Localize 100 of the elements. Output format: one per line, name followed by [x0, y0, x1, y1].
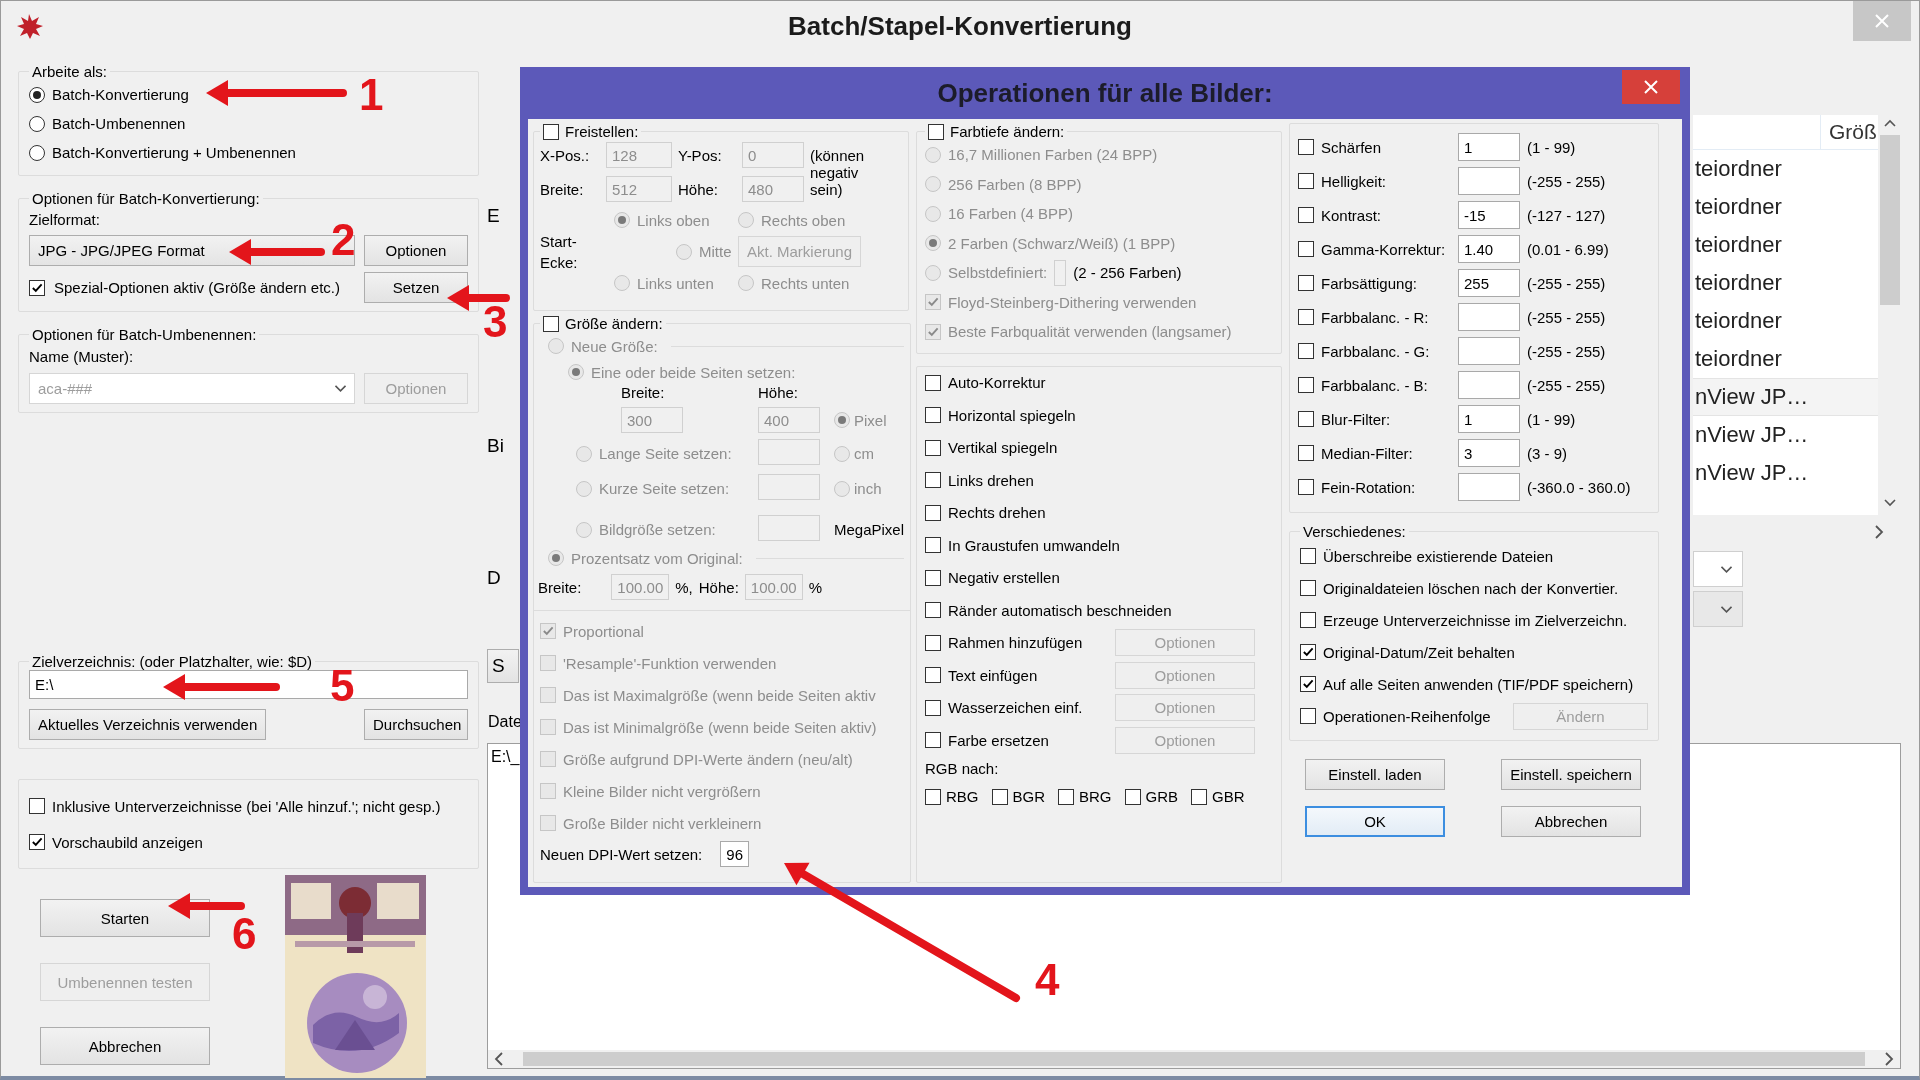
- scrollbar-thumb[interactable]: [1879, 135, 1900, 305]
- text-field[interactable]: 1: [1458, 133, 1520, 161]
- settings-button[interactable]: Einstell. speichern: [1501, 759, 1641, 790]
- text-field[interactable]: [1458, 371, 1520, 399]
- current-directory-button[interactable]: Aktuelles Verzeichnis verwenden: [29, 709, 267, 740]
- checkbox[interactable]: [925, 504, 941, 521]
- checkbox[interactable]: [1300, 644, 1316, 660]
- checkbox[interactable]: [991, 788, 1008, 805]
- scroll-right-icon[interactable]: [1875, 525, 1884, 539]
- checkbox[interactable]: [925, 699, 941, 716]
- text-field[interactable]: [758, 474, 820, 500]
- checkbox[interactable]: [1298, 309, 1314, 325]
- checkbox[interactable]: [1298, 479, 1314, 495]
- column-header: Größ: [1828, 120, 1877, 144]
- checkbox[interactable]: [543, 315, 559, 332]
- checkbox[interactable]: [1298, 411, 1314, 427]
- set-button[interactable]: Setzen: [364, 272, 468, 303]
- scroll-up-icon[interactable]: [1883, 119, 1896, 127]
- directory-field[interactable]: E:\ 5: [29, 670, 468, 699]
- list-row[interactable]: teiordner: [1693, 150, 1878, 188]
- checkbox[interactable]: [1300, 612, 1316, 628]
- checkbox[interactable]: [1298, 445, 1314, 461]
- text-field[interactable]: [1054, 259, 1067, 286]
- radio-button[interactable]: [29, 86, 45, 103]
- list-row[interactable]: teiordner: [1693, 226, 1878, 264]
- radio-label: Links oben: [637, 211, 710, 229]
- list-row[interactable]: nView JP…: [1693, 454, 1878, 492]
- field-label: Start-Ecke:: [540, 231, 579, 273]
- dialog-button[interactable]: Abbrechen: [1501, 806, 1641, 837]
- checkbox[interactable]: [928, 123, 944, 140]
- action-button[interactable]: Abbrechen: [40, 1027, 210, 1065]
- annotation-number: 1: [359, 71, 384, 119]
- text-field[interactable]: [758, 515, 820, 541]
- list-row[interactable]: teiordner: [1693, 264, 1878, 302]
- chevron-icon: [1721, 605, 1732, 613]
- checkbox[interactable]: [1300, 708, 1316, 724]
- checkbox[interactable]: [1300, 580, 1316, 596]
- radio-label: Mitte: [699, 243, 732, 260]
- checkbox-label: Vorschaubild anzeigen: [52, 833, 203, 851]
- text-field[interactable]: [1458, 167, 1520, 195]
- options-button[interactable]: Optionen: [364, 235, 468, 266]
- checkbox[interactable]: [925, 407, 941, 424]
- text-field[interactable]: 3: [1458, 439, 1520, 467]
- list-row[interactable]: teiordner: [1693, 340, 1878, 378]
- checkbox[interactable]: [1300, 676, 1316, 692]
- list-row[interactable]: nView JP…: [1693, 416, 1878, 454]
- checkbox-label: Das ist Maximalgröße (wenn beide Seiten aktiv: [563, 686, 876, 704]
- radio-button[interactable]: [29, 144, 45, 161]
- checkbox[interactable]: [1124, 788, 1141, 805]
- text-field[interactable]: [1458, 473, 1520, 501]
- scroll-down-icon[interactable]: [1883, 499, 1896, 507]
- action-button[interactable]: Starten: [40, 899, 210, 937]
- text-field[interactable]: 1: [1458, 405, 1520, 433]
- scroll-right-icon[interactable]: [1885, 1052, 1894, 1066]
- checkbox[interactable]: [925, 439, 941, 456]
- browse-button[interactable]: Durchsuchen: [364, 709, 468, 740]
- checkbox[interactable]: [543, 123, 559, 140]
- checkbox[interactable]: [1191, 788, 1208, 805]
- text-field[interactable]: [1458, 303, 1520, 331]
- checkbox-label: Auto-Korrektur: [948, 374, 1046, 392]
- cut-off-button[interactable]: S: [487, 649, 519, 683]
- checkbox[interactable]: [1298, 207, 1314, 223]
- scrollbar-thumb[interactable]: [523, 1052, 1865, 1066]
- radio-button[interactable]: [29, 115, 45, 132]
- radio-label: Rechts unten: [761, 274, 850, 292]
- checkbox[interactable]: [29, 834, 45, 850]
- close-button[interactable]: [1622, 70, 1680, 104]
- checkbox[interactable]: [1298, 139, 1314, 155]
- list-row[interactable]: nView JP…: [1693, 378, 1878, 416]
- checkbox[interactable]: [1298, 275, 1314, 291]
- checkbox[interactable]: [925, 667, 941, 684]
- checkbox[interactable]: [925, 634, 941, 651]
- checkbox[interactable]: [1298, 343, 1314, 359]
- dpi-field[interactable]: 96: [720, 841, 749, 867]
- text-field[interactable]: -15: [1458, 201, 1520, 229]
- checkbox[interactable]: [1058, 788, 1075, 805]
- scroll-left-icon[interactable]: [494, 1052, 503, 1066]
- checkbox[interactable]: [925, 788, 941, 805]
- checkbox[interactable]: [925, 569, 941, 586]
- checkbox[interactable]: [925, 602, 941, 619]
- list-row[interactable]: teiordner: [1693, 302, 1878, 340]
- text-field[interactable]: 1.40: [1458, 235, 1520, 263]
- checkbox[interactable]: [925, 732, 941, 749]
- checkbox[interactable]: [925, 374, 941, 391]
- checkbox[interactable]: [925, 537, 941, 554]
- text-field[interactable]: [1458, 337, 1520, 365]
- checkbox[interactable]: [1298, 377, 1314, 393]
- dialog-button[interactable]: OK: [1305, 806, 1445, 837]
- checkbox[interactable]: [1298, 241, 1314, 257]
- checkbox[interactable]: [29, 798, 45, 814]
- checkbox[interactable]: [925, 472, 941, 489]
- radio-label: Batch-Umbenennen: [52, 115, 186, 132]
- settings-button[interactable]: Einstell. laden: [1305, 759, 1445, 790]
- text-field[interactable]: [758, 439, 820, 465]
- list-row[interactable]: teiordner: [1693, 188, 1878, 226]
- checkbox[interactable]: [1300, 548, 1316, 564]
- text-field[interactable]: 255: [1458, 269, 1520, 297]
- checkbox[interactable]: [29, 279, 45, 296]
- radio-label: Links unten: [637, 274, 714, 292]
- checkbox[interactable]: [1298, 173, 1314, 189]
